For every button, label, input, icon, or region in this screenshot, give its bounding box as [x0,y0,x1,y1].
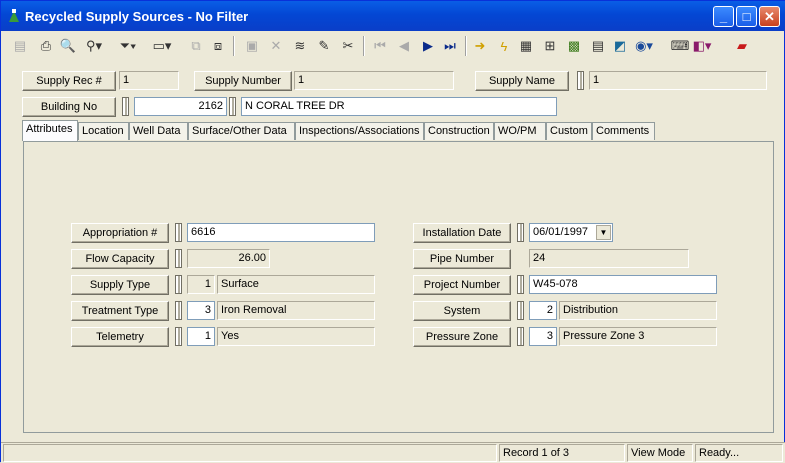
lookup-grip-icon[interactable] [517,223,524,242]
tab-wo-pm[interactable]: WO/PM [494,122,546,140]
telemetry-button[interactable]: Telemetry [71,327,169,347]
next-record-icon[interactable]: ▶ [417,35,439,57]
installation-date-field[interactable]: 06/01/1997 ▼ [529,223,613,242]
toolbar: ▤ ⎙ 🔍 ⚲▾ ⏷▾ ▭▾ ⧉ ⧈ ▣ ✕ ≋ ✎ ✂ ⏮ ◀ ▶ ⏭ ➜ ϟ… [5,33,782,61]
project-number-field[interactable]: W45-078 [529,275,717,294]
status-state: Ready... [695,444,783,462]
tab-well-data[interactable]: Well Data [129,122,188,140]
pipe-number-button[interactable]: Pipe Number [413,249,511,269]
report-icon[interactable]: ▰ [731,35,753,57]
tab-comments[interactable]: Comments [592,122,655,140]
new-record-icon[interactable]: ▤ [9,35,31,57]
telemetry-desc: Yes [217,327,375,346]
globe-icon[interactable]: ◉▾ [633,35,655,57]
treatment-type-button[interactable]: Treatment Type [71,301,169,321]
flow-capacity-field: 26.00 [187,249,270,268]
book-icon[interactable]: ◧▾ [691,35,713,57]
tab-custom[interactable]: Custom [546,122,592,140]
supply-type-button[interactable]: Supply Type [71,275,169,295]
close-button[interactable]: ✕ [759,6,780,27]
lookup-grip-icon[interactable] [175,275,182,294]
chevron-down-icon[interactable]: ▼ [596,225,611,240]
flow-capacity-button[interactable]: Flow Capacity [71,249,169,269]
project-number-button[interactable]: Project Number [413,275,511,295]
lookup-grip-icon[interactable] [577,71,584,90]
print-preview-icon[interactable]: 🔍 [57,35,79,57]
pipe-number-field: 24 [529,249,689,268]
building-street-field[interactable]: N CORAL TREE DR [241,97,557,116]
tab-inspections-associations[interactable]: Inspections/Associations [295,122,424,140]
telemetry-code[interactable]: 1 [187,327,215,346]
binoculars-icon[interactable]: ⚲▾ [83,35,105,57]
print-icon[interactable]: ⎙ [35,35,57,57]
lookup-grip-icon[interactable] [175,301,182,320]
lookup-grip-icon[interactable] [122,97,129,116]
last-record-icon[interactable]: ⏭ [439,35,461,57]
clone-icon[interactable]: ⧈ [207,35,229,57]
main-window: Recycled Supply Sources - No Filter _ □ … [0,0,785,463]
maximize-button[interactable]: □ [736,6,757,27]
hierarchy-icon[interactable]: ⊞ [539,35,561,57]
pressure-zone-code[interactable]: 3 [529,327,557,346]
globe-map-icon[interactable]: ◩ [609,35,631,57]
supply-rec-button[interactable]: Supply Rec # [22,71,116,91]
supply-name-field: 1 [589,71,767,90]
lightning-icon[interactable]: ϟ [493,35,515,57]
keyboard-icon[interactable]: ⌨ [669,35,691,57]
system-button[interactable]: System [413,301,511,321]
installation-date-value: 06/01/1997 [533,226,589,238]
app-icon [9,9,19,22]
lookup-grip-icon[interactable] [229,97,236,116]
tab-location[interactable]: Location [78,122,129,140]
status-bar: Record 1 of 3 View Mode Ready... [1,442,785,463]
system-code[interactable]: 2 [529,301,557,320]
tab-surface-other-data[interactable]: Surface/Other Data [188,122,295,140]
building-no-field[interactable]: 2162 [134,97,227,116]
cut-icon[interactable]: ✂ [337,35,359,57]
layers-icon[interactable]: ▦ [515,35,537,57]
previous-record-icon[interactable]: ◀ [393,35,415,57]
tab-attributes[interactable]: Attributes [22,120,78,141]
form-body: Supply Rec # 1 Supply Number 1 Supply Na… [5,63,782,443]
status-spacer [3,444,497,462]
appropriation-field[interactable]: 6616 [187,223,375,242]
first-record-icon[interactable]: ⏮ [369,35,391,57]
appropriation-button[interactable]: Appropriation # [71,223,169,243]
save-icon[interactable]: ▣ [241,35,263,57]
filter-icon[interactable]: ⏷▾ [117,35,139,57]
lookup-grip-icon[interactable] [175,327,182,346]
map-icon[interactable]: ▩ [563,35,585,57]
installation-date-button[interactable]: Installation Date [413,223,511,243]
lookup-grip-icon[interactable] [175,223,182,242]
lookup-grip-icon[interactable] [517,275,524,294]
treatment-type-desc: Iron Removal [217,301,375,320]
status-record: Record 1 of 3 [499,444,625,462]
treatment-type-code[interactable]: 3 [187,301,215,320]
supply-rec-field: 1 [119,71,179,90]
lookup-grip-icon[interactable] [517,327,524,346]
copy-icon[interactable]: ⧉ [185,35,207,57]
supply-type-desc: Surface [217,275,375,294]
supply-number-button[interactable]: Supply Number [194,71,292,91]
minimize-button[interactable]: _ [713,6,734,27]
building-no-button[interactable]: Building No [22,97,116,117]
supply-name-button[interactable]: Supply Name [475,71,569,91]
arrow-right-icon[interactable]: ➜ [469,35,491,57]
delete-icon[interactable]: ✕ [265,35,287,57]
lookup-grip-icon[interactable] [175,249,182,268]
status-mode: View Mode [627,444,693,462]
window-title: Recycled Supply Sources - No Filter [25,9,249,24]
tab-construction[interactable]: Construction [424,122,494,140]
pressure-zone-desc: Pressure Zone 3 [559,327,717,346]
form-view-icon[interactable]: ▭▾ [151,35,173,57]
title-bar[interactable]: Recycled Supply Sources - No Filter _ □ … [1,1,785,31]
system-desc: Distribution [559,301,717,320]
pressure-zone-button[interactable]: Pressure Zone [413,327,511,347]
supply-type-code: 1 [187,275,215,294]
supply-number-field: 1 [294,71,454,90]
edit-pencil-icon[interactable]: ✎ [313,35,335,57]
calculator-icon[interactable]: ▤ [587,35,609,57]
lookup-grip-icon[interactable] [517,301,524,320]
stack-icon[interactable]: ≋ [289,35,311,57]
